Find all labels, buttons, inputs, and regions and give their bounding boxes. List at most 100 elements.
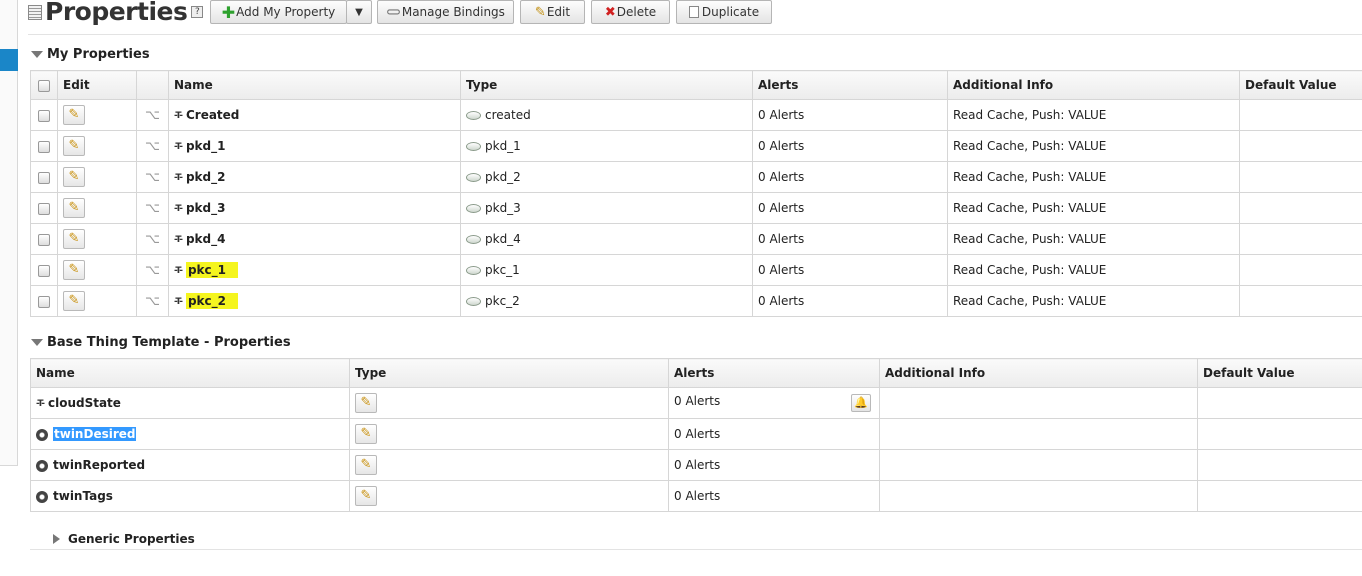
binding-icon[interactable]: ⌥ xyxy=(145,201,160,216)
property-type: pkc_2 xyxy=(485,294,520,308)
table-row[interactable]: ✎ ⌥ -T-pkd_2 pkd_2 0 Alerts Read Cache, … xyxy=(30,161,1362,193)
column-header-alerts[interactable]: Alerts xyxy=(752,70,948,100)
delete-button[interactable]: ✖ Delete xyxy=(591,0,670,24)
row-checkbox[interactable] xyxy=(38,233,50,246)
add-my-property-button[interactable]: ✚ Add My Property xyxy=(210,0,347,24)
row-checkbox[interactable] xyxy=(38,171,50,184)
pencil-icon: ✎ xyxy=(360,395,372,410)
row-edit-button[interactable]: ✎ xyxy=(63,229,85,249)
table-header-row: Name Type Alerts Additional Info Default… xyxy=(30,358,1362,388)
column-header-edit: Edit xyxy=(57,70,137,100)
my-properties-table: Edit Name Type Alerts Additional Info De… xyxy=(30,70,1362,317)
property-type: pkd_2 xyxy=(485,170,521,184)
column-header-type[interactable]: Type xyxy=(460,70,753,100)
datashape-icon xyxy=(466,142,481,151)
property-default-value xyxy=(1197,449,1362,481)
json-type-icon xyxy=(36,490,48,503)
duplicate-icon xyxy=(688,6,699,18)
expand-triangle-icon xyxy=(53,534,60,544)
bell-icon[interactable]: 🔔 xyxy=(851,394,871,412)
row-edit-button[interactable]: ✎ xyxy=(63,198,85,218)
table-row[interactable]: twinDesired ✎ 0 Alerts xyxy=(30,418,1362,450)
properties-page-icon xyxy=(28,5,42,20)
binding-icon[interactable]: ⌥ xyxy=(145,139,160,154)
property-name: pkd_4 xyxy=(185,232,226,246)
row-edit-button[interactable]: ✎ xyxy=(63,167,85,187)
select-all-checkbox-cell[interactable] xyxy=(30,70,58,100)
base-thing-template-section-header[interactable]: Base Thing Template - Properties xyxy=(31,335,291,350)
table-row[interactable]: ✎ ⌥ -T- Created created 0 Alerts Read Cac… xyxy=(30,99,1362,131)
row-edit-button[interactable]: ✎ xyxy=(355,393,377,413)
property-alerts: 0 Alerts xyxy=(668,418,880,450)
row-edit-button[interactable]: ✎ xyxy=(63,291,85,311)
property-default-value xyxy=(1197,387,1362,419)
row-checkbox[interactable] xyxy=(38,140,50,153)
my-properties-title: My Properties xyxy=(47,47,150,62)
column-header-additional-info[interactable]: Additional Info xyxy=(947,70,1240,100)
column-header-default-value[interactable]: Default Value xyxy=(1239,70,1362,100)
row-checkbox[interactable] xyxy=(38,264,50,277)
binding-icon[interactable]: ⌥ xyxy=(145,263,160,278)
row-checkbox[interactable] xyxy=(38,109,50,122)
my-properties-section-header[interactable]: My Properties xyxy=(31,47,150,62)
add-property-dropdown-button[interactable]: ▼ xyxy=(346,0,372,24)
binding-icon[interactable]: ⌥ xyxy=(145,108,160,123)
pencil-icon: ✎ xyxy=(360,488,372,503)
property-additional-info: Read Cache, Push: VALUE xyxy=(947,254,1240,286)
property-name: pkd_3 xyxy=(185,201,226,215)
column-header-alerts[interactable]: Alerts xyxy=(668,358,880,388)
property-alerts: 0 Alerts xyxy=(668,449,880,481)
property-alerts: 0 Alerts xyxy=(752,99,948,131)
table-row[interactable]: twinReported ✎ 0 Alerts xyxy=(30,449,1362,481)
chain-link-icon: ⊂⊃ xyxy=(386,6,401,18)
row-edit-button[interactable]: ✎ xyxy=(355,424,377,444)
row-checkbox[interactable] xyxy=(38,202,50,215)
page-header: Properties ? xyxy=(28,0,204,26)
property-alerts: 0 Alerts xyxy=(752,285,948,317)
chevron-down-icon: ▼ xyxy=(355,6,363,18)
row-edit-button[interactable]: ✎ xyxy=(355,486,377,506)
table-row[interactable]: ✎ ⌥ -T-pkd_4 pkd_4 0 Alerts Read Cache, … xyxy=(30,223,1362,255)
column-header-default-value[interactable]: Default Value xyxy=(1197,358,1362,388)
property-default-value xyxy=(1239,254,1362,286)
rail-active-marker[interactable] xyxy=(0,49,18,71)
table-row[interactable]: ✎ ⌥ -T-pkc_1 pkc_1 0 Alerts Read Cache, … xyxy=(30,254,1362,286)
property-alerts: 0 Alerts xyxy=(752,254,948,286)
table-row[interactable]: -T-cloudState ✎ 0 Alerts 🔔 xyxy=(30,387,1362,419)
string-type-icon: -T- xyxy=(174,172,183,183)
column-header-name[interactable]: Name xyxy=(168,70,461,100)
bottom-divider xyxy=(30,549,1362,550)
help-icon[interactable]: ? xyxy=(191,6,204,18)
column-header-additional-info[interactable]: Additional Info xyxy=(879,358,1198,388)
binding-icon[interactable]: ⌥ xyxy=(145,170,160,185)
binding-icon[interactable]: ⌥ xyxy=(145,232,160,247)
table-row[interactable]: twinTags ✎ 0 Alerts xyxy=(30,480,1362,512)
column-header-binding xyxy=(136,70,169,100)
property-additional-info: Read Cache, Push: VALUE xyxy=(947,223,1240,255)
edit-button[interactable]: ✎ Edit xyxy=(520,0,585,24)
string-type-icon: -T- xyxy=(36,398,45,409)
property-type: pkd_3 xyxy=(485,201,521,215)
row-checkbox[interactable] xyxy=(38,295,50,308)
property-name-highlighted: pkc_2 xyxy=(185,293,239,309)
row-edit-button[interactable]: ✎ xyxy=(63,136,85,156)
property-type: created xyxy=(485,108,531,122)
property-type: pkc_1 xyxy=(485,263,520,277)
delete-x-icon: ✖ xyxy=(604,4,616,20)
manage-bindings-button[interactable]: ⊂⊃ Manage Bindings xyxy=(377,0,514,24)
property-name: pkd_1 xyxy=(185,139,226,153)
pencil-icon: ✎ xyxy=(534,4,546,20)
generic-properties-section-header[interactable]: Generic Properties xyxy=(53,532,195,546)
table-row[interactable]: ✎ ⌥ -T-pkc_2 pkc_2 0 Alerts Read Cache, … xyxy=(30,285,1362,317)
table-row[interactable]: ✎ ⌥ -T-pkd_1 pkd_1 0 Alerts Read Cache, … xyxy=(30,130,1362,162)
duplicate-button[interactable]: Duplicate xyxy=(676,0,772,24)
row-edit-button[interactable]: ✎ xyxy=(63,260,85,280)
row-edit-button[interactable]: ✎ xyxy=(63,105,85,125)
table-row[interactable]: ✎ ⌥ -T-pkd_3 pkd_3 0 Alerts Read Cache, … xyxy=(30,192,1362,224)
column-header-type[interactable]: Type xyxy=(349,358,669,388)
row-edit-button[interactable]: ✎ xyxy=(355,455,377,475)
binding-icon[interactable]: ⌥ xyxy=(145,294,160,309)
column-header-name[interactable]: Name xyxy=(30,358,350,388)
select-all-checkbox[interactable] xyxy=(38,79,50,92)
table-header-row: Edit Name Type Alerts Additional Info De… xyxy=(30,70,1362,100)
